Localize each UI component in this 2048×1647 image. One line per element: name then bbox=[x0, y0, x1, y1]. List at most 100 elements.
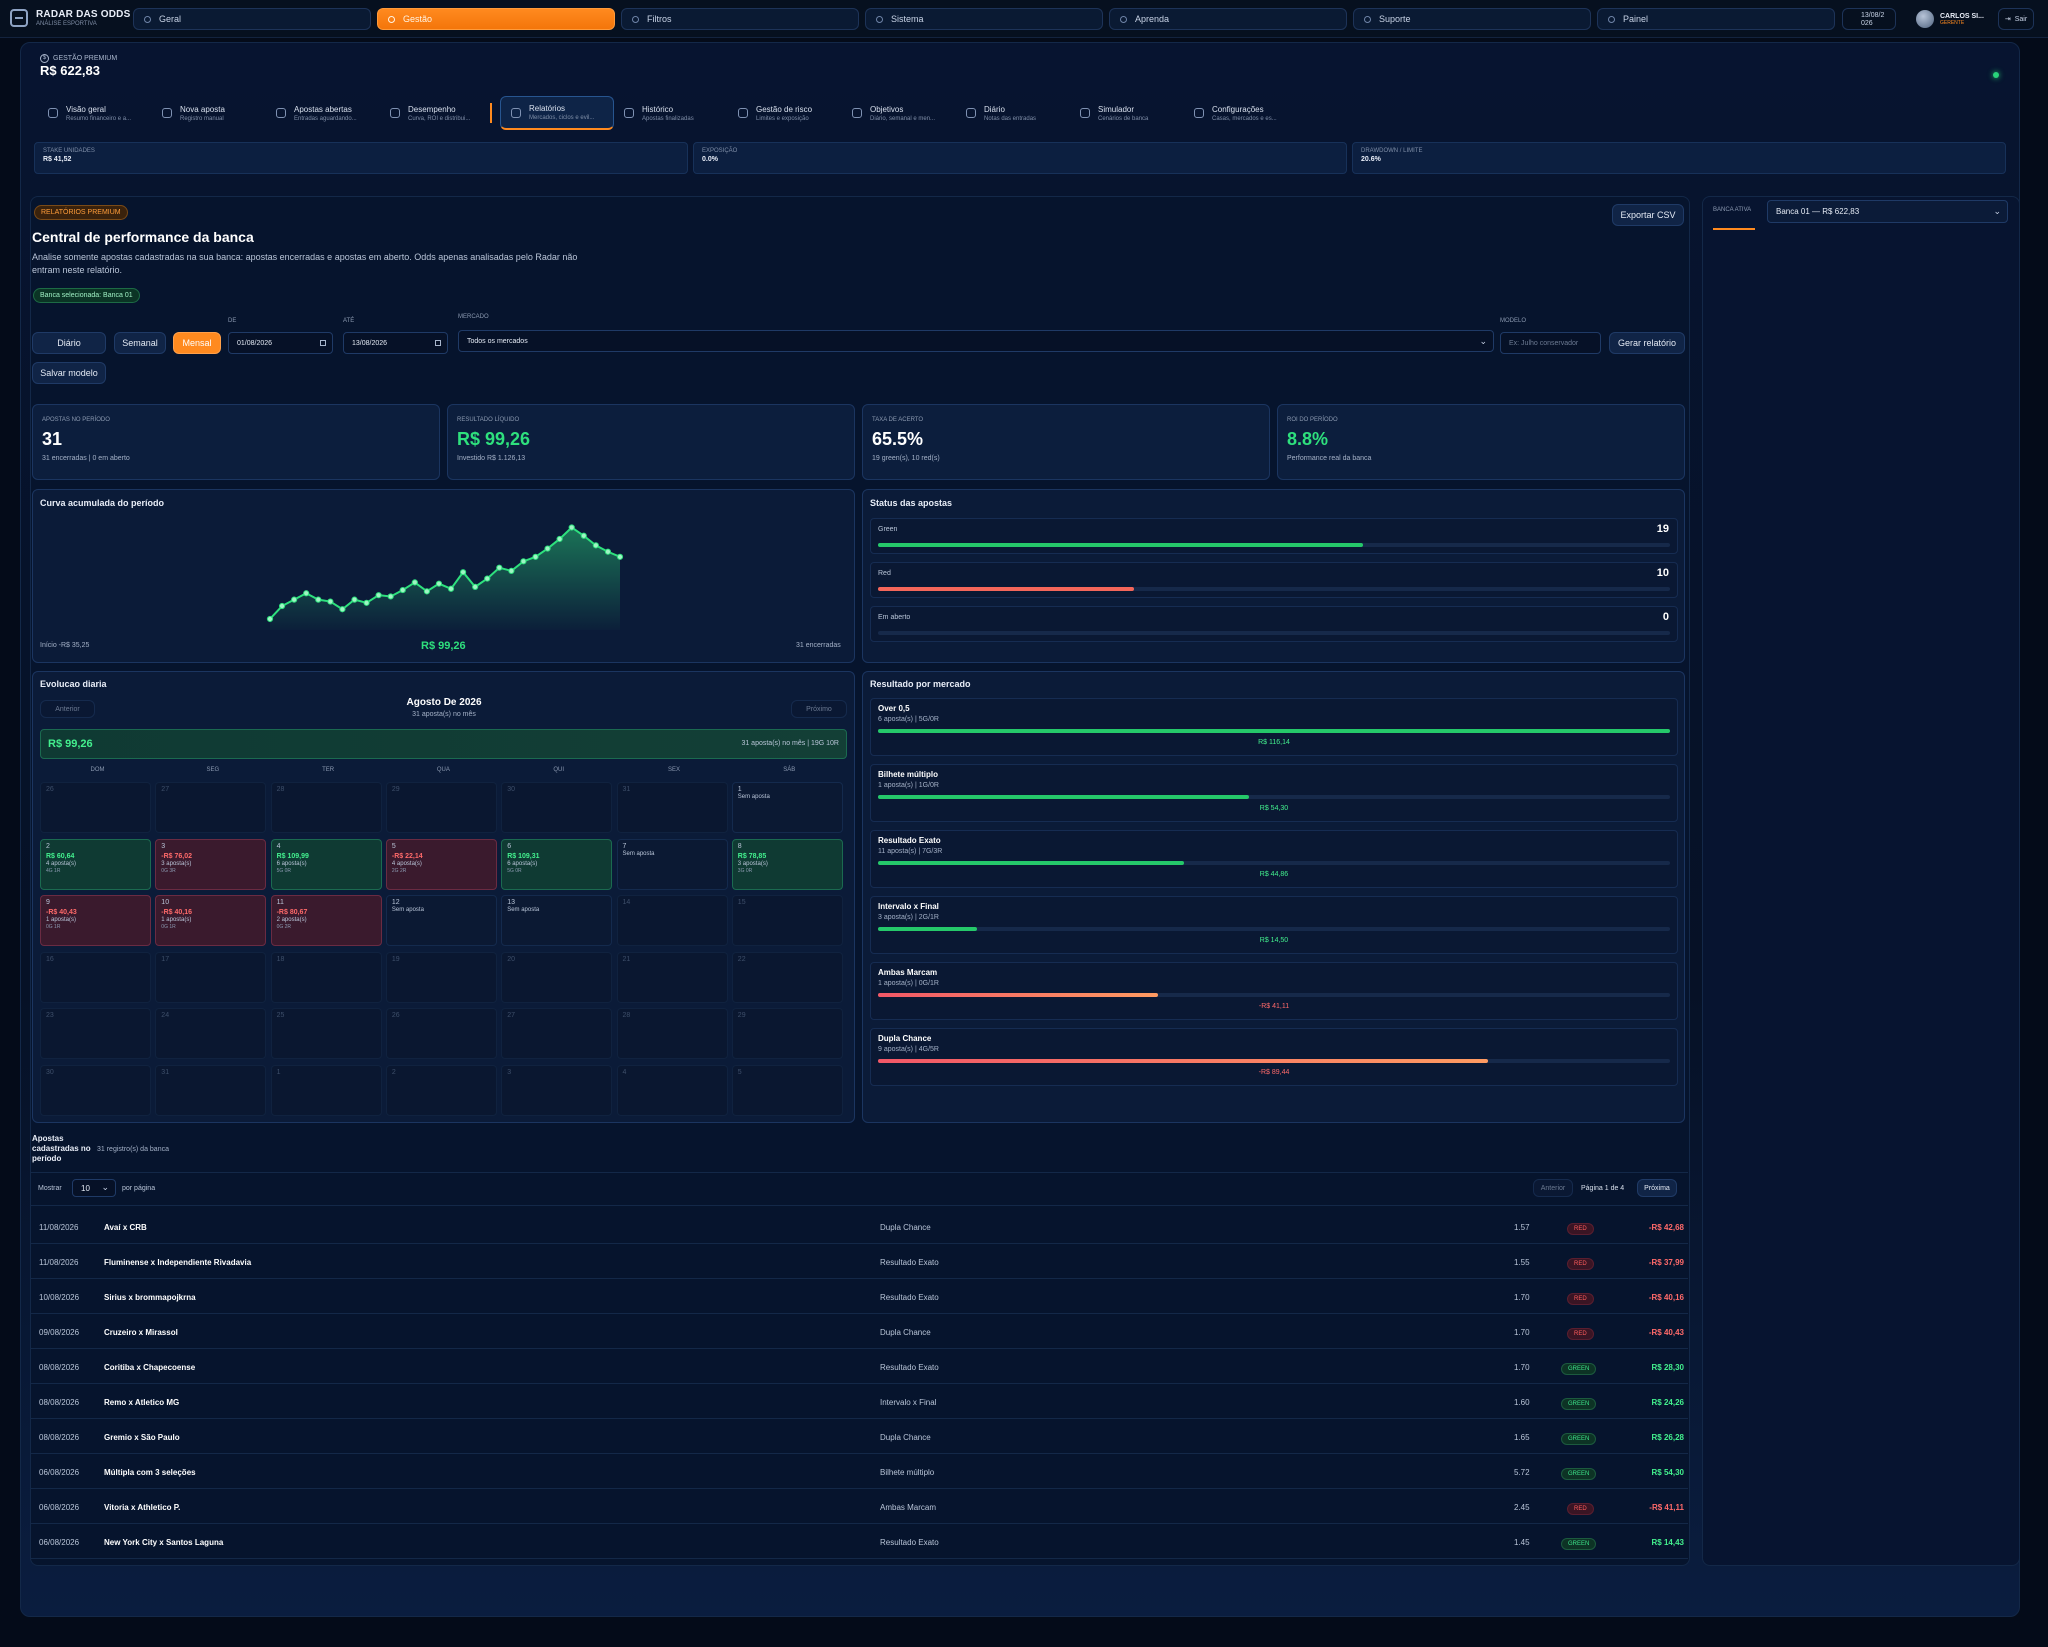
nav-tab-3[interactable]: Sistema bbox=[865, 8, 1103, 30]
curve-point[interactable] bbox=[508, 567, 515, 575]
subnav-item-1[interactable]: Nova aposta Registro manual bbox=[152, 96, 266, 130]
per-page-select[interactable]: 10 ⌄ bbox=[72, 1179, 116, 1197]
curve-point[interactable] bbox=[315, 596, 322, 603]
calendar-day[interactable]: 13 Sem aposta bbox=[501, 895, 613, 946]
nav-tab-0[interactable]: Geral bbox=[133, 8, 371, 30]
calendar-day[interactable]: 11 -R$ 80,67 2 aposta(s) 0G 2R bbox=[270, 895, 382, 946]
market-row: Intervalo x Final 3 aposta(s) | 2G/1R R$ 1… bbox=[870, 896, 1678, 954]
active-bank-select[interactable]: Banca 01 — R$ 622,83 ⌄ bbox=[1767, 200, 2008, 223]
subnav-item-10[interactable]: Configurações Casas, mercados e es... bbox=[1184, 96, 1298, 130]
table-row[interactable]: 06/08/2026 Vitoria x Athletico P. Ambas Ma… bbox=[30, 1490, 1688, 1524]
curve-point[interactable] bbox=[604, 548, 612, 555]
table-row[interactable]: 06/08/2026 New York City x Santos Laguna R… bbox=[30, 1525, 1688, 1559]
curve-point[interactable] bbox=[363, 599, 370, 606]
table-row[interactable]: 08/08/2026 Coritiba x Chapecoense Resultad… bbox=[30, 1350, 1688, 1384]
next-month-button[interactable]: Próximo bbox=[791, 700, 847, 718]
subnav-item-3[interactable]: Desempenho Curva, ROI e distribui... bbox=[380, 96, 494, 130]
weekly-button[interactable]: Semanal bbox=[114, 332, 166, 354]
calendar-day[interactable]: 4 R$ 109,99 6 aposta(s) 5G 0R bbox=[270, 838, 382, 890]
subnav-item-4[interactable]: Relatórios Mercados, ciclos e evil... bbox=[500, 96, 614, 130]
to-date-input[interactable]: 13/08/2026 bbox=[343, 332, 448, 354]
curve-point[interactable] bbox=[399, 586, 406, 594]
calendar-day[interactable]: 8 R$ 78,85 3 aposta(s) 3G 0R bbox=[731, 838, 843, 890]
status-title: Status das apostas bbox=[870, 498, 953, 508]
curve-point[interactable] bbox=[387, 593, 394, 600]
prev-month-button[interactable]: Anterior bbox=[40, 700, 95, 718]
curve-point[interactable] bbox=[278, 602, 286, 610]
curve-point[interactable] bbox=[484, 575, 491, 582]
curve-point[interactable] bbox=[472, 583, 479, 590]
calendar-day[interactable]: 3 -R$ 76,02 3 aposta(s) 0G 3R bbox=[155, 838, 267, 890]
subnav-item-0[interactable]: Visão geral Resumo financeiro e a... bbox=[38, 96, 152, 130]
curve-point[interactable] bbox=[496, 564, 503, 571]
curve-point[interactable] bbox=[616, 553, 624, 560]
nav-tab-4[interactable]: Aprenda bbox=[1109, 8, 1347, 30]
generate-report-button[interactable]: Gerar relatório bbox=[1609, 332, 1685, 354]
curve-point[interactable] bbox=[411, 579, 418, 586]
curve-point[interactable] bbox=[532, 553, 539, 560]
subnav-subtitle: Mercados, ciclos e evil... bbox=[529, 115, 595, 121]
bet-odd: 1.65 bbox=[1514, 1433, 1530, 1442]
calendar-day[interactable]: 5 -R$ 22,14 4 aposta(s) 2G 2R bbox=[385, 838, 497, 890]
day-number: 26 bbox=[391, 1012, 400, 1019]
subnav-item-9[interactable]: Simulador Cenários de banca bbox=[1070, 96, 1184, 130]
calendar-day[interactable]: 6 R$ 109,31 6 aposta(s) 5G 0R bbox=[501, 838, 613, 890]
subnav-item-7[interactable]: Objetivos Diário, semanal e men... bbox=[842, 96, 956, 130]
date-display[interactable]: 13/08/2 026 bbox=[1842, 8, 1896, 30]
curve-point[interactable] bbox=[339, 606, 346, 613]
table-row[interactable]: 08/08/2026 Gremio x São Paulo Dupla Chance… bbox=[30, 1420, 1688, 1454]
calendar-day[interactable]: 9 -R$ 40,43 1 aposta(s) 0G 1R bbox=[40, 895, 151, 946]
curve-point[interactable] bbox=[460, 569, 467, 576]
curve-point[interactable] bbox=[520, 558, 527, 565]
curve-point[interactable] bbox=[327, 598, 334, 605]
calendar-day[interactable]: 12 Sem aposta bbox=[385, 895, 497, 946]
next-page-button[interactable]: Próxima bbox=[1637, 1179, 1677, 1197]
curve-point[interactable] bbox=[592, 542, 599, 549]
daily-button[interactable]: Diário bbox=[32, 332, 106, 354]
curve-point[interactable] bbox=[266, 615, 274, 623]
kpi-value: 8.8% bbox=[1287, 429, 1329, 449]
model-input[interactable]: Ex: Julho conservador bbox=[1500, 332, 1601, 354]
market-select[interactable]: Todos os mercados ⌄ bbox=[458, 330, 1494, 352]
curve-point[interactable] bbox=[375, 592, 382, 599]
curve-point[interactable] bbox=[435, 580, 443, 587]
user-menu[interactable]: CARLOS SI... GERENTE bbox=[1916, 8, 1996, 30]
nav-tab-6[interactable]: Painel bbox=[1597, 8, 1835, 30]
table-row[interactable]: 06/08/2026 Múltipla com 3 seleções Bilhete… bbox=[30, 1455, 1688, 1489]
prev-page-button[interactable]: Anterior bbox=[1533, 1179, 1573, 1197]
table-row[interactable]: 11/08/2026 Avaí x CRB Dupla Chance 1.57 RED -… bbox=[30, 1210, 1688, 1244]
calendar-day[interactable]: 10 -R$ 40,16 1 aposta(s) 0G 1R bbox=[155, 895, 267, 946]
curve-point[interactable] bbox=[544, 545, 551, 552]
calendar-day[interactable]: 1 Sem aposta bbox=[731, 782, 843, 833]
nav-tab-1[interactable]: Gestão bbox=[377, 8, 615, 30]
brand-logo[interactable]: RADAR DAS ODDS ANÁLISE ESPORTIVA bbox=[10, 9, 130, 27]
subnav-item-5[interactable]: Histórico Apostas finalizadas bbox=[614, 96, 728, 130]
subnav-item-6[interactable]: Gestão de risco Limites e exposição bbox=[728, 96, 842, 130]
nav-tab-2[interactable]: Filtros bbox=[621, 8, 859, 30]
market-fill bbox=[878, 861, 1184, 865]
table-row[interactable]: 09/08/2026 Cruzeiro x Mirassol Dupla Chanc… bbox=[30, 1315, 1688, 1349]
curve-point[interactable] bbox=[447, 585, 455, 592]
table-row[interactable]: 11/08/2026 Fluminense x Independiente Riv… bbox=[30, 1245, 1688, 1279]
table-row[interactable]: 10/08/2026 Sirius x brommapojkrna Resultad… bbox=[30, 1280, 1688, 1314]
curve-point[interactable] bbox=[303, 590, 310, 597]
curve-point[interactable] bbox=[351, 596, 358, 603]
calendar-day[interactable]: 7 Sem aposta bbox=[616, 838, 728, 890]
export-csv-button[interactable]: Exportar CSV bbox=[1612, 204, 1684, 226]
table-row[interactable]: 08/08/2026 Remo x Atletico MG Intervalo x … bbox=[30, 1385, 1688, 1419]
curve-point[interactable] bbox=[423, 588, 430, 595]
curve-point[interactable] bbox=[291, 596, 298, 603]
from-date-input[interactable]: 01/08/2026 bbox=[228, 332, 333, 354]
curve-point[interactable] bbox=[556, 535, 563, 543]
logout-button[interactable]: ⇥ Sair bbox=[1998, 8, 2034, 30]
curve-point[interactable] bbox=[568, 524, 575, 531]
monthly-button[interactable]: Mensal bbox=[173, 332, 221, 354]
calendar-day[interactable]: 2 R$ 60,64 4 aposta(s) 4G 1R bbox=[40, 838, 151, 890]
subnav-item-8[interactable]: Diário Notas das entradas bbox=[956, 96, 1070, 130]
curve-point[interactable] bbox=[580, 532, 587, 539]
status-track bbox=[878, 587, 1670, 591]
calendar-day: 1 bbox=[270, 1064, 382, 1116]
save-model-button[interactable]: Salvar modelo bbox=[32, 362, 106, 384]
subnav-item-2[interactable]: Apostas abertas Entradas aguardando... bbox=[266, 96, 380, 130]
nav-tab-5[interactable]: Suporte bbox=[1353, 8, 1591, 30]
